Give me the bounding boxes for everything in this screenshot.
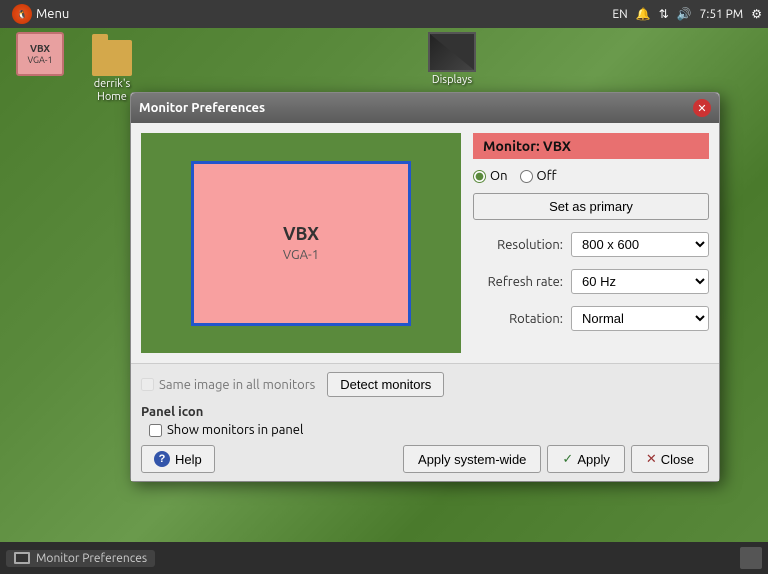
on-label: On [490, 169, 508, 183]
clock[interactable]: 7:51 PM [700, 8, 744, 21]
desktop-icon-vbx[interactable]: VBX VGA-1 [8, 32, 72, 76]
same-image-label[interactable]: Same image in all monitors [141, 378, 315, 392]
rotation-label: Rotation: [473, 312, 563, 326]
resolution-select[interactable]: 800 x 600 1024 x 768 1280 x 1024 [571, 232, 709, 257]
on-radio-label[interactable]: On [473, 169, 508, 183]
menu-button[interactable]: 🐧 Menu [6, 2, 75, 26]
refresh-rate-label: Refresh rate: [473, 275, 563, 289]
taskbar-monitor-icon [14, 552, 30, 564]
taskbar-bottom-right-icon [740, 547, 762, 569]
help-icon: ? [154, 451, 170, 467]
resolution-row: Resolution: 800 x 600 1024 x 768 1280 x … [473, 232, 709, 257]
detect-monitors-button[interactable]: Detect monitors [327, 372, 444, 397]
taskbar-top-left: 🐧 Menu [6, 2, 75, 26]
display-icon [428, 32, 476, 72]
resolution-label: Resolution: [473, 238, 563, 252]
panel-icon-section: Panel icon Show monitors in panel [141, 405, 709, 437]
rotation-row: Rotation: Normal Left Right Inverted [473, 306, 709, 331]
apply-system-wide-button[interactable]: Apply system-wide [403, 445, 541, 473]
action-row: ? Help Apply system-wide ✓ Apply ✕ Close [141, 445, 709, 473]
vbx-icon: VBX VGA-1 [16, 32, 64, 76]
monitor-header: Monitor: VBX [473, 133, 709, 159]
settings-icon[interactable]: ⚙ [751, 7, 762, 21]
close-x-icon: ✕ [646, 451, 657, 467]
taskbar-bottom: Monitor Preferences [0, 542, 768, 574]
show-monitors-label[interactable]: Show monitors in panel [141, 423, 709, 437]
close-dialog-button[interactable]: ✕ Close [631, 445, 709, 473]
rotation-select[interactable]: Normal Left Right Inverted [571, 306, 709, 331]
dialog-body: VBX VGA-1 Monitor: VBX On Off [131, 123, 719, 363]
taskbar-item-label: Monitor Preferences [36, 552, 147, 565]
action-buttons: Apply system-wide ✓ Apply ✕ Close [403, 445, 709, 473]
apply-check-icon: ✓ [562, 451, 573, 467]
dialog-bottom: Same image in all monitors Detect monito… [131, 363, 719, 481]
desktop-icon-display[interactable]: Displays [420, 32, 484, 87]
taskbar-bottom-right [740, 547, 762, 569]
off-radio[interactable] [520, 170, 533, 183]
close-dialog-label: Close [661, 452, 694, 467]
on-off-row: On Off [473, 167, 709, 185]
monitor-box[interactable]: VBX VGA-1 [191, 161, 411, 326]
home-folder-icon [92, 40, 132, 76]
refresh-rate-select[interactable]: 60 Hz 75 Hz [571, 269, 709, 294]
apply-button[interactable]: ✓ Apply [547, 445, 624, 473]
monitor-preview-area: VBX VGA-1 [141, 133, 461, 353]
help-button[interactable]: ? Help [141, 445, 215, 473]
menu-label: Menu [36, 7, 69, 21]
desktop: 🐧 Menu EN 🔔 ⇅ 🔊 7:51 PM ⚙ VBX VGA-1 derr… [0, 0, 768, 574]
lang-indicator[interactable]: EN [612, 8, 627, 21]
vbx-icon-line1: VBX [30, 43, 50, 55]
dialog-title: Monitor Preferences [139, 101, 265, 115]
same-image-checkbox[interactable] [141, 378, 154, 391]
same-image-text: Same image in all monitors [159, 378, 315, 392]
network-icon[interactable]: ⇅ [659, 7, 669, 21]
on-radio[interactable] [473, 170, 486, 183]
show-monitors-checkbox[interactable] [149, 424, 162, 437]
monitor-box-name: VBX [283, 224, 319, 244]
notification-icon[interactable]: 🔔 [636, 7, 651, 21]
off-radio-label[interactable]: Off [520, 169, 557, 183]
monitor-box-port: VGA-1 [283, 248, 319, 262]
off-label: Off [537, 169, 557, 183]
taskbar-top-right: EN 🔔 ⇅ 🔊 7:51 PM ⚙ [612, 7, 762, 21]
monitor-settings-panel: Monitor: VBX On Off Set as primary Resol… [473, 133, 709, 353]
display-icon-label: Displays [432, 74, 472, 87]
apply-label: Apply [577, 452, 610, 467]
help-label: Help [175, 452, 202, 467]
monitor-preferences-dialog: Monitor Preferences ✕ VBX VGA-1 Monitor:… [130, 92, 720, 482]
panel-icon-section-label: Panel icon [141, 405, 709, 419]
taskbar-bottom-monitor-pref[interactable]: Monitor Preferences [6, 550, 155, 567]
set-as-primary-button[interactable]: Set as primary [473, 193, 709, 220]
taskbar-top: 🐧 Menu EN 🔔 ⇅ 🔊 7:51 PM ⚙ [0, 0, 768, 28]
bottom-row1: Same image in all monitors Detect monito… [141, 372, 709, 397]
dialog-titlebar: Monitor Preferences ✕ [131, 93, 719, 123]
ubuntu-logo-icon: 🐧 [12, 4, 32, 24]
dialog-close-button[interactable]: ✕ [693, 99, 711, 117]
refresh-rate-row: Refresh rate: 60 Hz 75 Hz [473, 269, 709, 294]
show-monitors-text: Show monitors in panel [167, 423, 303, 437]
vbx-icon-line2: VGA-1 [27, 55, 52, 66]
volume-icon[interactable]: 🔊 [677, 7, 692, 21]
